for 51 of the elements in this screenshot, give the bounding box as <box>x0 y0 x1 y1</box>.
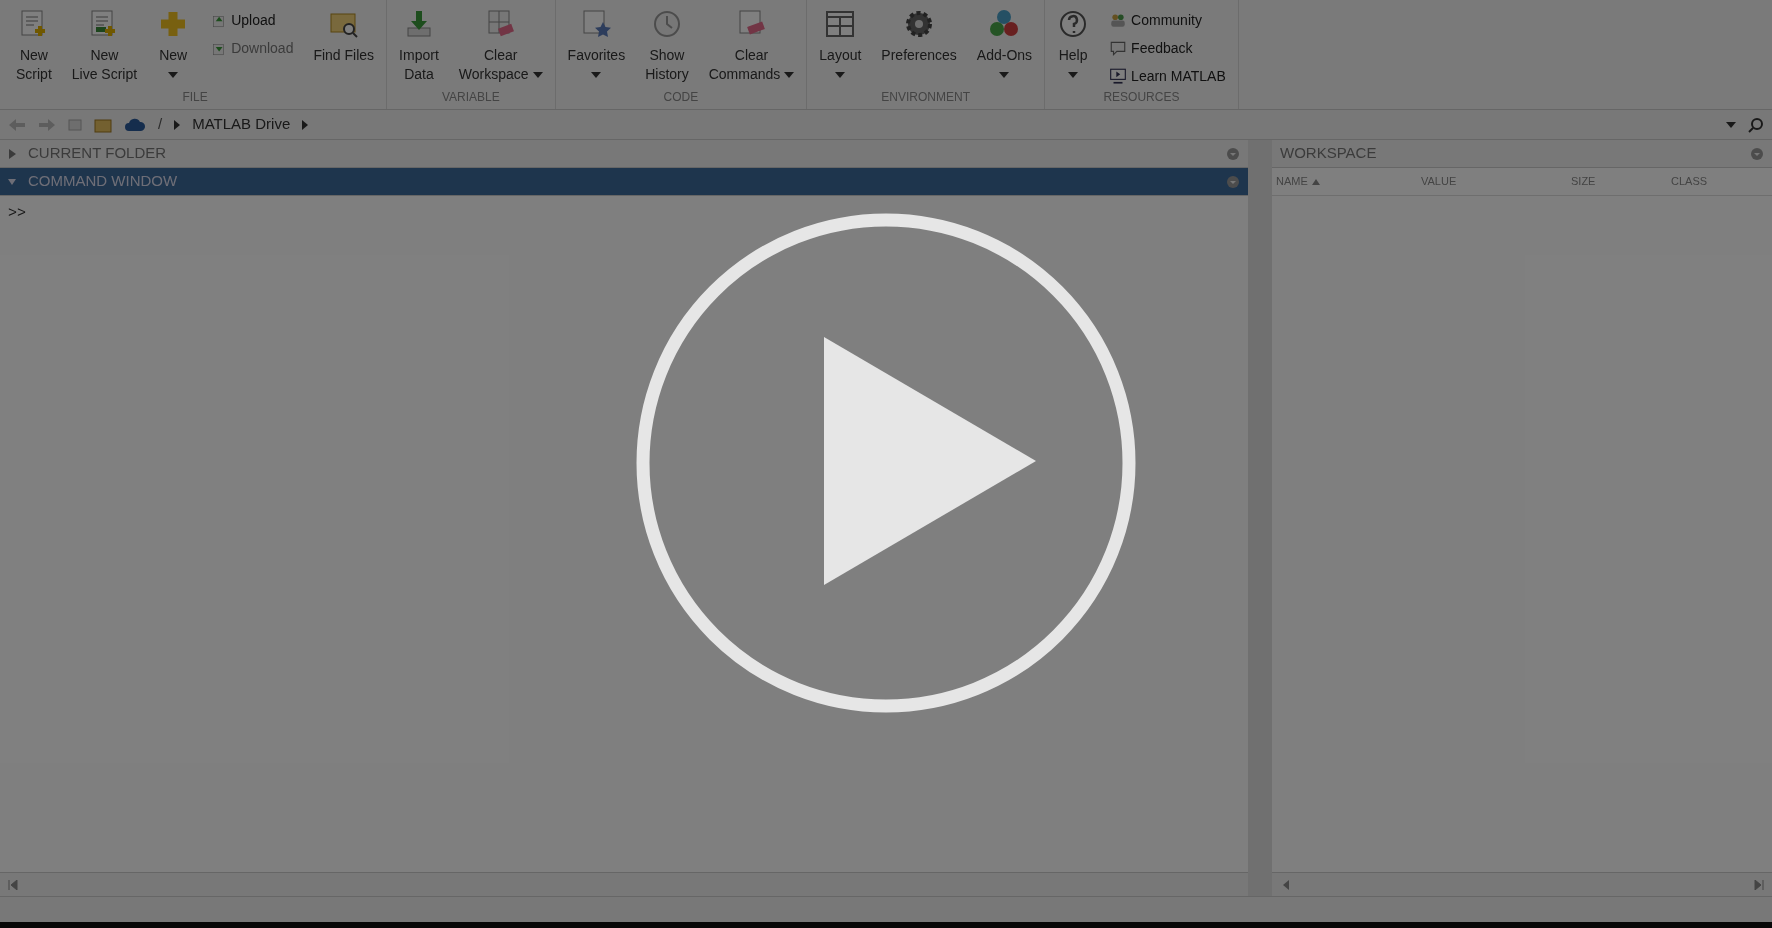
back-arrow-icon[interactable] <box>8 117 26 132</box>
layout-icon <box>824 8 857 40</box>
cloud-icon[interactable] <box>124 117 146 132</box>
sort-up-icon <box>1311 178 1320 185</box>
panel-title: COMMAND WINDOW <box>28 171 178 192</box>
collapse-arrow-icon[interactable] <box>8 176 16 187</box>
panel-menu-icon[interactable] <box>1226 174 1240 189</box>
chevron-icon[interactable] <box>302 119 309 130</box>
column-header[interactable]: SIZE <box>1571 173 1671 190</box>
ribbon-small-button[interactable]: Upload <box>205 8 298 32</box>
ribbon-button[interactable]: Preferences <box>873 8 965 65</box>
caret-icon[interactable] <box>1726 121 1736 128</box>
ribbon-button[interactable]: New Script <box>8 8 60 84</box>
ribbon-button[interactable]: Favorites <box>559 8 634 84</box>
ribbon-small-button[interactable]: Feedback <box>1105 36 1230 60</box>
ribbon-small-button[interactable]: Learn MATLAB <box>1105 64 1230 88</box>
ribbon-button[interactable]: Clear Commands <box>700 8 803 84</box>
scroll-right-icon[interactable] <box>1754 879 1764 890</box>
panel-menu-icon[interactable] <box>1750 146 1764 161</box>
path-root[interactable]: / <box>158 113 163 136</box>
ribbon-button[interactable]: Clear Workspace <box>450 8 551 84</box>
browse-folder-icon[interactable] <box>94 116 112 133</box>
panel-title: WORKSPACE <box>1280 143 1377 164</box>
panel-header[interactable]: COMMAND WINDOW <box>0 168 1248 196</box>
ribbon-button[interactable]: Find Files <box>305 8 383 65</box>
column-header[interactable]: VALUE <box>1421 173 1571 190</box>
column-header[interactable]: CLASS <box>1671 173 1768 190</box>
scroll-left-icon[interactable] <box>8 879 18 890</box>
path-crumb[interactable]: MATLAB Drive <box>192 113 291 136</box>
ribbon-button[interactable]: Add-Ons <box>968 8 1041 84</box>
command-prompt: >> <box>8 205 26 222</box>
ribbon-small-button[interactable]: Community <box>1105 8 1230 32</box>
search-icon[interactable] <box>1748 116 1764 133</box>
chevron-icon[interactable] <box>174 119 181 130</box>
ribbon-button[interactable]: Show History <box>637 8 697 84</box>
ribbon-button[interactable]: Import Data <box>391 8 447 84</box>
ribbon-button[interactable]: New <box>149 8 198 84</box>
panel-header[interactable]: CURRENT FOLDER <box>0 140 1248 168</box>
expand-arrow-icon[interactable] <box>8 148 16 159</box>
ribbon-button[interactable]: Help <box>1049 8 1098 84</box>
ribbon-button[interactable]: New Live Script <box>63 8 146 84</box>
ribbon-button[interactable]: Layout <box>811 8 870 84</box>
column-header[interactable]: NAME <box>1276 173 1421 190</box>
speech-bubble-icon <box>1109 39 1128 57</box>
panel-title: CURRENT FOLDER <box>28 143 167 164</box>
monitor-play-icon <box>1109 67 1128 85</box>
play-button[interactable] <box>636 213 1136 713</box>
people-icon <box>1109 11 1128 29</box>
panel-menu-icon[interactable] <box>1226 146 1240 161</box>
forward-arrow-icon[interactable] <box>38 117 56 132</box>
star-icon <box>580 8 613 40</box>
